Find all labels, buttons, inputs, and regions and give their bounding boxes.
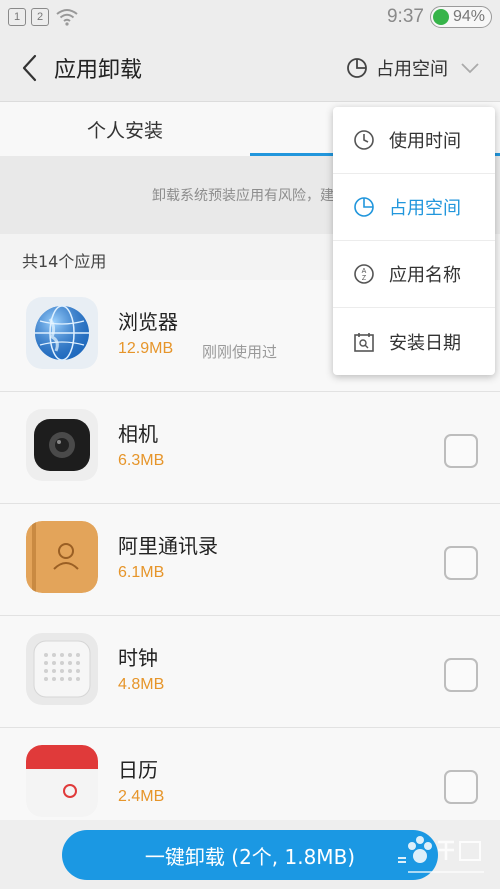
status-bar: 1 2 9:37 94% [0, 0, 500, 34]
sort-menu: 使用时间 占用空间 A Z 应用名称 安装日期 [333, 107, 495, 375]
menu-item-label: 占用空间 [389, 198, 461, 219]
pie-chart-icon [354, 197, 374, 217]
camera-icon [26, 409, 98, 481]
sort-dropdown-button[interactable]: 占用空间 [346, 48, 480, 88]
select-checkbox[interactable] [444, 658, 478, 692]
app-size: 6.3MB [118, 452, 165, 469]
calendar-search-icon [354, 332, 374, 352]
back-button[interactable] [4, 34, 54, 102]
svg-text:A: A [362, 268, 367, 275]
select-checkbox[interactable] [444, 546, 478, 580]
sort-by-storage[interactable]: 占用空间 [333, 174, 495, 241]
calendar-icon [26, 745, 98, 817]
list-item[interactable]: 相机 6.3MB [0, 392, 500, 504]
tab-personal-install[interactable]: 个人安装 [0, 102, 250, 156]
browser-globe-icon [26, 297, 98, 369]
app-name: 阿里通讯录 [118, 534, 218, 558]
sim1-icon: 1 [8, 8, 26, 26]
svg-text:Z: Z [362, 275, 367, 282]
app-name: 时钟 [118, 646, 158, 670]
app-size: 12.9MB [118, 340, 174, 357]
app-size: 2.4MB [118, 788, 165, 805]
select-checkbox[interactable] [444, 434, 478, 468]
sort-label: 占用空间 [376, 58, 448, 80]
contacts-book-icon [26, 521, 98, 593]
chevron-down-icon [461, 62, 479, 73]
one-click-uninstall-button[interactable]: 一键卸载 (2个, 1.8MB) [62, 830, 438, 880]
battery-icon [432, 9, 449, 25]
app-header: 应用卸载 占用空间 [0, 34, 500, 102]
wifi-icon [56, 9, 78, 26]
list-item[interactable]: 阿里通讯录 6.1MB [0, 504, 500, 616]
status-time: 9:37 [386, 6, 424, 27]
select-checkbox[interactable] [444, 770, 478, 804]
menu-item-label: 应用名称 [389, 265, 461, 286]
app-name: 浏览器 [118, 310, 178, 334]
az-sort-icon: A Z [354, 264, 374, 284]
sort-by-usage-time[interactable]: 使用时间 [333, 107, 495, 174]
clock-icon [354, 130, 374, 150]
pie-chart-icon [347, 57, 367, 78]
battery-percent: 94% [452, 8, 485, 25]
sim2-icon: 2 [31, 8, 49, 26]
app-last-used: 刚刚使用过 [202, 343, 278, 361]
clock-app-icon [26, 633, 98, 705]
page-title: 应用卸载 [54, 57, 143, 83]
list-item[interactable]: 时钟 4.8MB [0, 616, 500, 728]
app-name: 相机 [118, 422, 158, 446]
app-name: 日历 [118, 758, 158, 782]
sort-by-app-name[interactable]: A Z 应用名称 [333, 241, 495, 308]
app-size: 4.8MB [118, 676, 165, 693]
battery-indicator: 94% [429, 6, 492, 28]
chevron-left-icon [22, 54, 37, 81]
menu-item-label: 使用时间 [389, 131, 461, 152]
watermark-logo [398, 836, 484, 873]
app-count: 共14个应用 [22, 252, 107, 271]
sort-by-install-date[interactable]: 安装日期 [333, 308, 495, 375]
menu-item-label: 安装日期 [389, 332, 461, 354]
app-size: 6.1MB [118, 564, 165, 581]
